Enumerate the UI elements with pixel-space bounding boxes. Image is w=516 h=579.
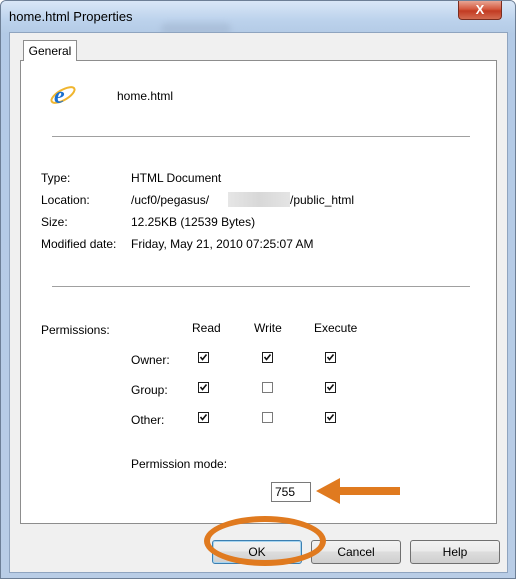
location-label: Location: (41, 193, 90, 207)
cancel-button[interactable]: Cancel (311, 540, 401, 564)
checkmark-icon (199, 414, 208, 421)
other-label: Other: (131, 413, 165, 427)
internet-explorer-icon: e (50, 83, 76, 109)
checkmark-icon (199, 354, 208, 361)
permissions-label: Permissions: (41, 323, 110, 337)
help-button[interactable]: Help (410, 540, 500, 564)
separator-middle (52, 286, 470, 288)
location-suffix: /public_html (290, 193, 355, 207)
modified-value: Friday, May 21, 2010 07:25:07 AM (131, 237, 314, 251)
checkmark-icon (199, 384, 208, 391)
properties-window: home.html Properties X General e home.ht… (0, 0, 516, 579)
dialog-client: General e home.html Type: HTML Document … (9, 32, 508, 573)
group-label: Group: (131, 383, 168, 397)
permission-mode-input[interactable]: 755 (271, 482, 311, 502)
separator-top (52, 136, 470, 138)
modified-label: Modified date: (41, 237, 117, 251)
location-prefix: /ucf0/pegasus/ (131, 193, 210, 207)
redacted-path (228, 192, 290, 207)
svg-text:e: e (54, 83, 65, 109)
close-button[interactable]: X (458, 1, 502, 20)
column-write: Write (254, 321, 282, 335)
title-bar[interactable]: home.html Properties X (1, 1, 515, 35)
owner-write-checkbox[interactable] (262, 352, 273, 363)
checkmark-icon (326, 354, 335, 361)
tab-general[interactable]: General (23, 40, 77, 61)
other-read-checkbox[interactable] (198, 412, 209, 423)
general-tab-panel: e home.html Type: HTML Document Location… (20, 60, 497, 524)
owner-execute-checkbox[interactable] (325, 352, 336, 363)
group-read-checkbox[interactable] (198, 382, 209, 393)
checkmark-icon (263, 354, 272, 361)
owner-label: Owner: (131, 353, 170, 367)
group-execute-checkbox[interactable] (325, 382, 336, 393)
checkmark-icon (326, 384, 335, 391)
window-title: home.html Properties (9, 9, 133, 24)
group-write-checkbox[interactable] (262, 382, 273, 393)
size-value: 12.25KB (12539 Bytes) (131, 215, 256, 229)
permission-mode-label: Permission mode: (131, 457, 228, 471)
column-read: Read (192, 321, 221, 335)
column-execute: Execute (314, 321, 358, 335)
size-label: Size: (41, 215, 68, 229)
ok-button[interactable]: OK (212, 540, 302, 564)
type-value: HTML Document (131, 171, 222, 185)
type-label: Type: (41, 171, 71, 185)
other-write-checkbox[interactable] (262, 412, 273, 423)
owner-read-checkbox[interactable] (198, 352, 209, 363)
checkmark-icon (326, 414, 335, 421)
annotation-arrow-icon (316, 478, 400, 504)
other-execute-checkbox[interactable] (325, 412, 336, 423)
file-name: home.html (117, 89, 174, 103)
